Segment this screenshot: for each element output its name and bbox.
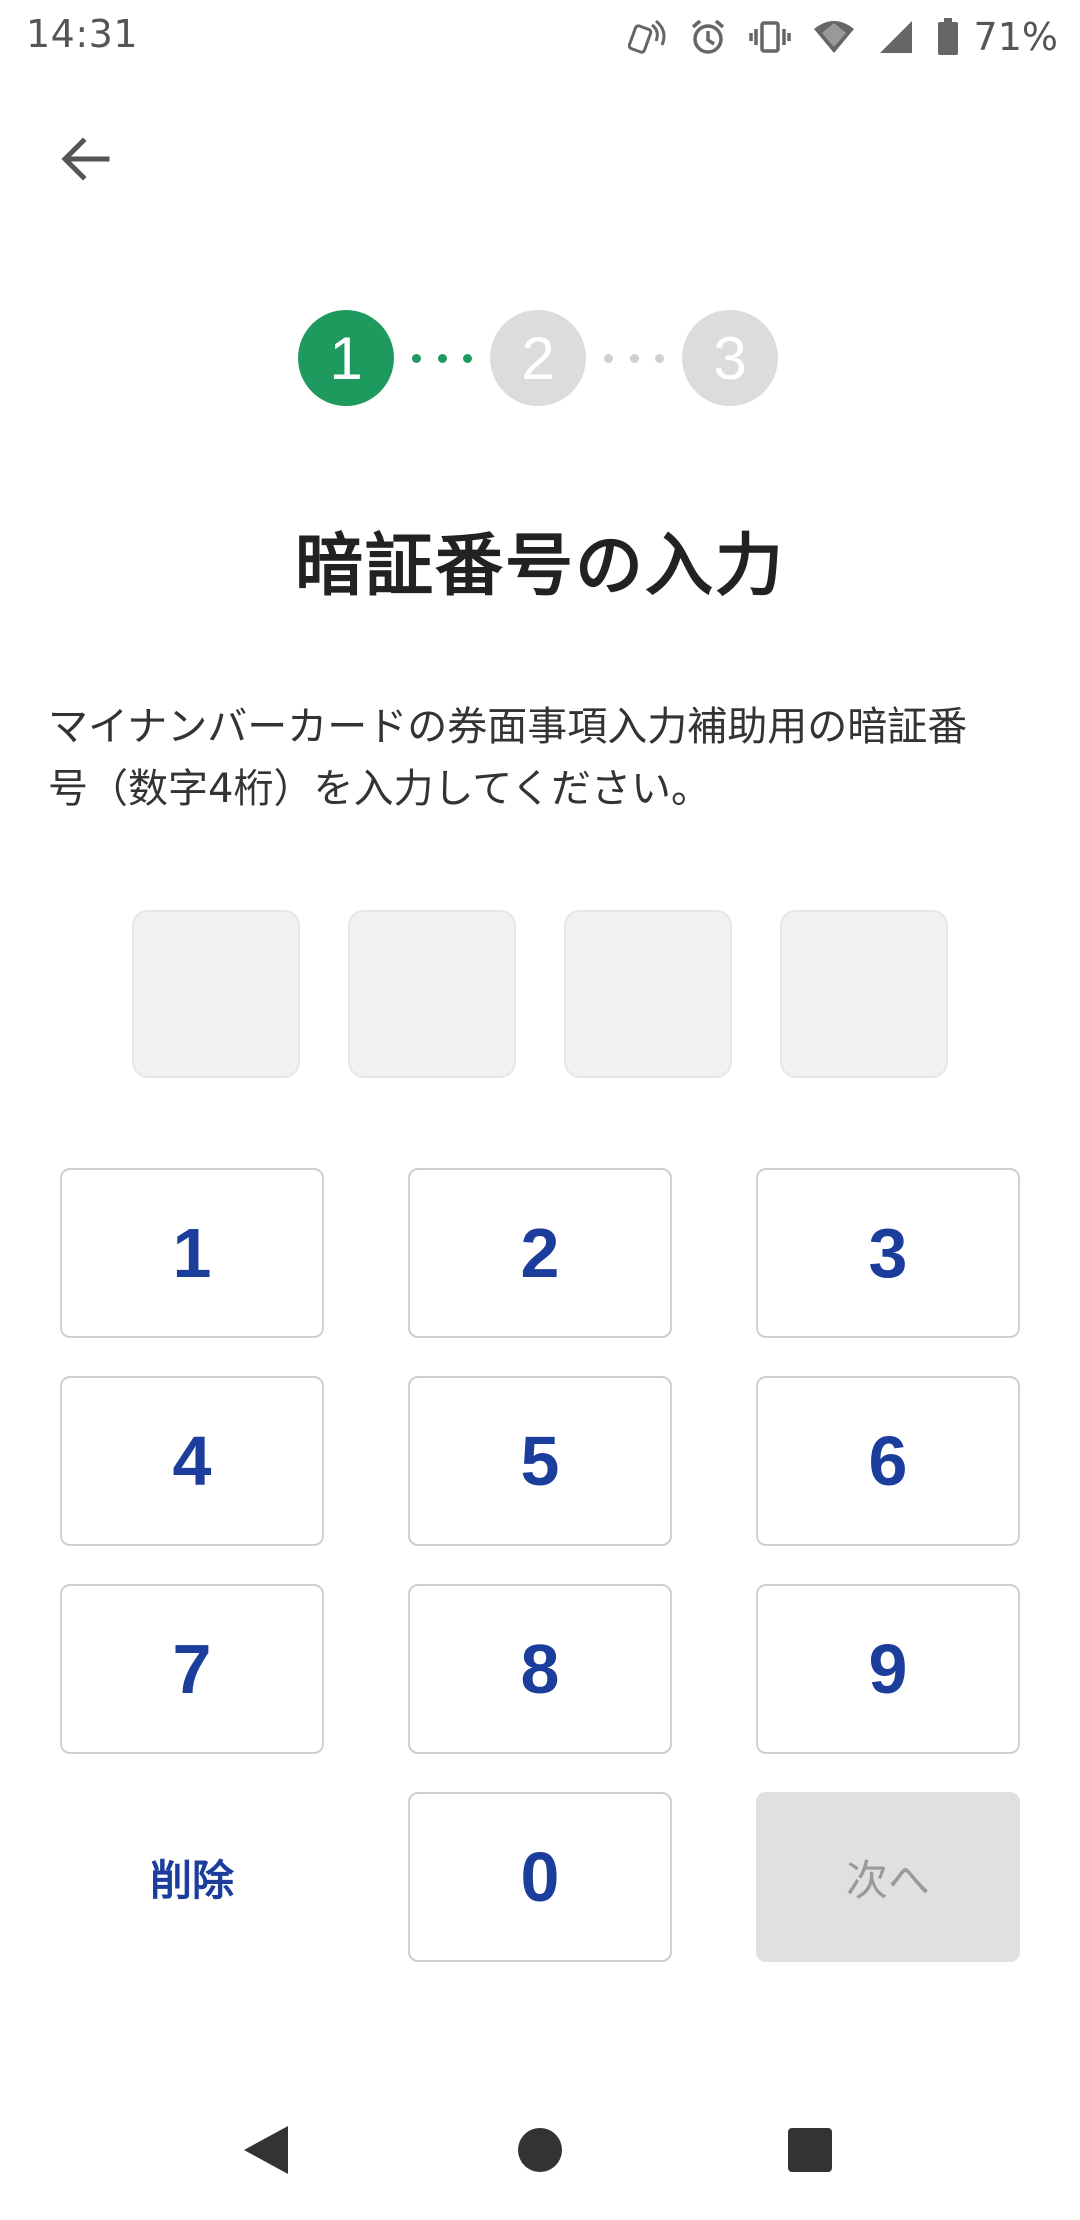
pin-digit-box-3[interactable] (564, 910, 732, 1078)
recents-square-icon[interactable] (780, 2120, 840, 2180)
key-4[interactable]: 4 (60, 1376, 324, 1546)
description-line-1: マイナンバーカードの券面事項入力補助用の暗証番 (48, 704, 968, 750)
status-icons: 71% (627, 12, 1058, 62)
step-connector-1 (412, 354, 472, 364)
alarm-icon (688, 17, 728, 57)
system-nav-bar (0, 2080, 1080, 2220)
description: マイナンバーカードの券面事項入力補助用の暗証番 号（数字4桁）を入力してください… (48, 696, 1038, 820)
description-line-2: 号（数字4桁）を入力してください。 (48, 766, 712, 812)
pin-digit-box-2[interactable] (348, 910, 516, 1078)
battery-percent: 71% (973, 15, 1058, 59)
signal-icon (876, 17, 916, 57)
pin-digit-box-4[interactable] (780, 910, 948, 1078)
key-7[interactable]: 7 (60, 1584, 324, 1754)
back-triangle-icon[interactable] (236, 2120, 296, 2180)
key-6[interactable]: 6 (756, 1376, 1020, 1546)
vibrate-icon (748, 17, 792, 57)
pin-digit-box-1[interactable] (132, 910, 300, 1078)
wifi-icon (812, 17, 856, 57)
nfc-icon (627, 17, 668, 57)
arrow-left-icon (61, 137, 110, 181)
delete-button[interactable]: 削除 (60, 1792, 324, 1962)
progress-stepper: 1 2 3 (0, 310, 1080, 410)
pin-input-row (132, 910, 948, 1080)
key-8[interactable]: 8 (408, 1584, 672, 1754)
key-2[interactable]: 2 (408, 1168, 672, 1338)
back-button[interactable] (44, 118, 126, 200)
step-connector-2 (604, 354, 664, 364)
page-title: 暗証番号の入力 (294, 527, 785, 606)
status-bar: 14:31 71% (0, 0, 1080, 76)
step-3-indicator: 3 (682, 310, 778, 406)
key-1[interactable]: 1 (60, 1168, 324, 1338)
home-circle-icon[interactable] (510, 2120, 570, 2180)
key-9[interactable]: 9 (756, 1584, 1020, 1754)
key-5[interactable]: 5 (408, 1376, 672, 1546)
step-1-indicator: 1 (298, 310, 394, 406)
battery-icon (936, 17, 960, 57)
key-0[interactable]: 0 (408, 1792, 672, 1962)
next-button[interactable]: 次へ (756, 1792, 1020, 1962)
status-time: 14:31 (26, 12, 139, 56)
key-3[interactable]: 3 (756, 1168, 1020, 1338)
step-2-indicator: 2 (490, 310, 586, 406)
